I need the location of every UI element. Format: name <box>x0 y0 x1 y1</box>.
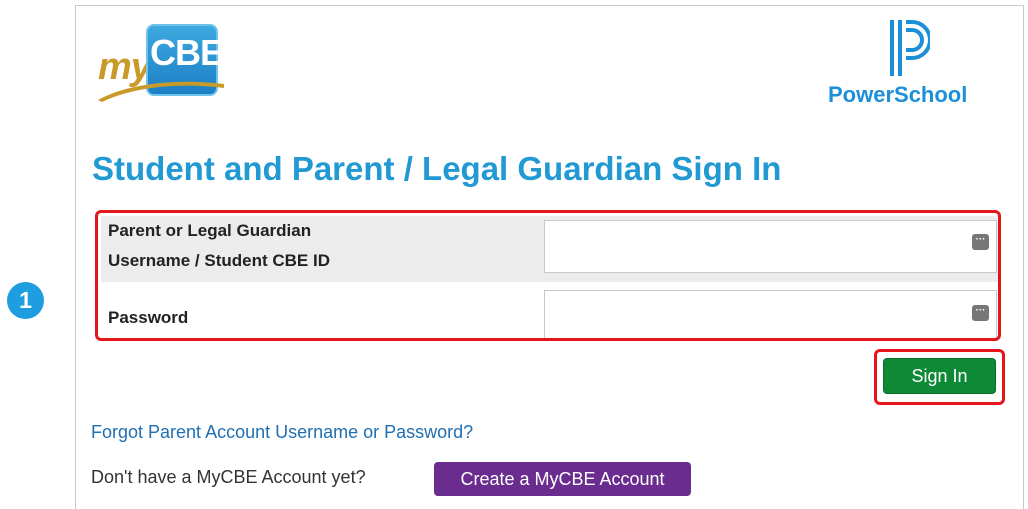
credentials-highlight-box <box>95 210 1001 341</box>
forgot-credentials-link[interactable]: Forgot Parent Account Username or Passwo… <box>91 422 473 443</box>
no-account-text: Don't have a MyCBE Account yet? <box>91 467 366 487</box>
mycbe-swoosh-icon <box>98 81 224 102</box>
mycbe-logo-cbe: CBE <box>150 32 224 73</box>
step-number-badge: 1 <box>7 282 44 319</box>
sign-in-button[interactable]: Sign In <box>883 358 996 394</box>
powerschool-logo: PowerSchool <box>826 18 1001 110</box>
powerschool-p-icon <box>890 20 930 76</box>
mycbe-logo: my CBE <box>96 22 226 104</box>
powerschool-logo-text: PowerSchool <box>828 82 968 107</box>
page-title: Student and Parent / Legal Guardian Sign… <box>92 150 782 187</box>
create-account-button[interactable]: Create a MyCBE Account <box>434 462 691 496</box>
